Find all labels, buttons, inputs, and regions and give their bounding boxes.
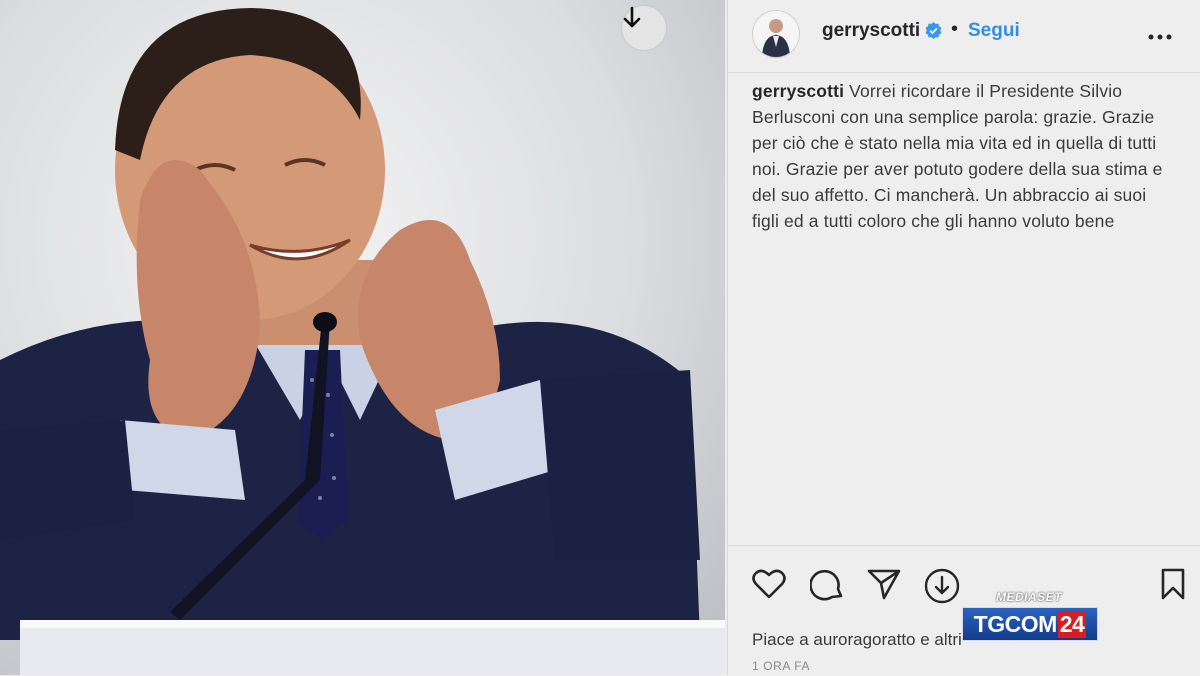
comment-icon bbox=[809, 569, 843, 601]
header-separator: • bbox=[951, 18, 959, 40]
avatar[interactable] bbox=[752, 10, 800, 58]
like-button[interactable] bbox=[752, 568, 786, 605]
likes-text[interactable]: Piace a auroragoratto e altri bbox=[752, 630, 962, 650]
bookmark-button[interactable] bbox=[1160, 568, 1186, 605]
arrow-down-icon bbox=[623, 6, 641, 28]
post-timestamp: 1 ORA FA bbox=[752, 659, 811, 673]
post-sidebar: gerryscotti • Segui gerryscotti Vorrei r… bbox=[727, 0, 1200, 675]
channel-logo: TGCOM 24 bbox=[962, 607, 1098, 641]
header-username[interactable]: gerryscotti bbox=[822, 20, 920, 42]
bookmark-icon bbox=[1161, 568, 1185, 600]
photo-illustration bbox=[0, 8, 725, 675]
ellipsis-icon bbox=[1148, 34, 1172, 40]
save-download-button[interactable] bbox=[924, 568, 960, 609]
post-header: gerryscotti • Segui bbox=[728, 0, 1200, 73]
heart-icon bbox=[752, 569, 786, 599]
follow-button[interactable]: Segui bbox=[968, 20, 1020, 42]
post-caption: gerryscotti Vorrei ricordare il Presiden… bbox=[752, 78, 1172, 234]
post-photo[interactable] bbox=[0, 0, 725, 675]
channel-logo-number: 24 bbox=[1057, 610, 1087, 638]
verified-badge-icon bbox=[925, 22, 942, 44]
caption-text: Vorrei ricordare il Presidente Silvio Be… bbox=[752, 81, 1163, 231]
channel-logo-main: TGCOM bbox=[973, 610, 1058, 637]
comment-button[interactable] bbox=[809, 568, 844, 607]
share-button[interactable] bbox=[867, 568, 901, 605]
send-icon bbox=[867, 569, 901, 600]
download-icon bbox=[924, 568, 960, 604]
network-logo-text: MEDIASET bbox=[996, 590, 1063, 604]
more-options-button[interactable] bbox=[1148, 28, 1172, 46]
avatar-image bbox=[762, 19, 790, 57]
caption-username[interactable]: gerryscotti bbox=[752, 81, 844, 101]
photo-download-button[interactable] bbox=[622, 6, 666, 50]
